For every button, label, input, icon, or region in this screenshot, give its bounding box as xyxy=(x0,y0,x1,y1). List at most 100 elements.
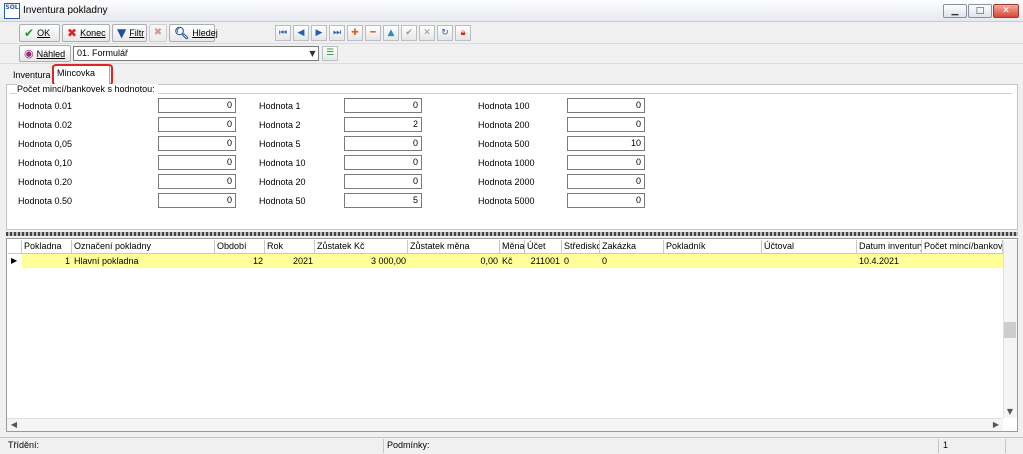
nahled-label: Náhled xyxy=(36,48,66,59)
denomination-count-input[interactable]: 0 xyxy=(344,174,422,189)
column-header[interactable]: Měna xyxy=(500,240,525,254)
ok-button[interactable]: ✔ OK xyxy=(19,24,60,42)
status-divider xyxy=(383,439,384,453)
column-header[interactable]: Zůstatek měna xyxy=(408,240,500,254)
status-bar xyxy=(0,437,1023,454)
last-record-icon: ⏭ xyxy=(332,28,342,38)
cancel-edit-button[interactable]: ✕ xyxy=(419,25,435,41)
denomination-count-input[interactable]: 0 xyxy=(158,136,236,151)
denomination-count-input[interactable]: 5 xyxy=(344,193,422,208)
up-button[interactable]: ▲ xyxy=(383,25,399,41)
search-icon: 🔍︎ xyxy=(174,26,190,40)
denomination-count-input[interactable]: 0 xyxy=(158,193,236,208)
denomination-count-input[interactable]: 2 xyxy=(344,117,422,132)
table-cell[interactable]: 3 000,00 xyxy=(315,254,408,268)
previous-record-button[interactable]: ◀ xyxy=(293,25,309,41)
lock-button[interactable]: 🔒︎ xyxy=(455,25,471,41)
last-record-button[interactable]: ⏭ xyxy=(329,25,345,41)
add-record-button[interactable]: ✚ xyxy=(347,25,363,41)
grid-indicator-header xyxy=(8,240,22,254)
previous-record-icon: ◀ xyxy=(297,28,305,38)
check-icon: ✔ xyxy=(24,26,35,40)
column-header[interactable]: Pokladna xyxy=(22,240,72,254)
column-header[interactable]: Období xyxy=(215,240,265,254)
scroll-right-icon[interactable]: ▶ xyxy=(990,419,1002,431)
konec-label: Konec xyxy=(80,28,106,38)
splitter[interactable] xyxy=(6,232,1018,236)
column-header[interactable]: Zakázka xyxy=(600,240,664,254)
clear-filter-button[interactable]: ✖ xyxy=(149,24,167,42)
nahled-button[interactable]: ◉ Náhled xyxy=(19,45,71,62)
horizontal-scrollbar[interactable] xyxy=(7,418,1003,431)
table-cell[interactable]: 0 xyxy=(562,254,600,268)
denomination-count-input[interactable]: 0 xyxy=(158,155,236,170)
eye-icon: ◉ xyxy=(24,46,34,60)
denomination-count-input[interactable]: 0 xyxy=(158,98,236,113)
table-cell[interactable]: 1 xyxy=(22,254,72,268)
denomination-label: Hodnota 5 xyxy=(259,139,301,149)
first-record-button[interactable]: ⏮ xyxy=(275,25,291,41)
column-header[interactable]: Datum inventury xyxy=(857,240,922,254)
confirm-icon: ✔ xyxy=(405,28,413,38)
denomination-label: Hodnota 2 xyxy=(259,120,301,130)
filtr-button[interactable]: ▼ Filtr xyxy=(112,24,147,42)
scroll-down-icon[interactable]: ▼ xyxy=(1004,406,1016,418)
table-cell[interactable]: Hlavní pokladna xyxy=(72,254,215,268)
column-header[interactable]: Označení pokladny xyxy=(72,240,215,254)
close-button[interactable]: ✕ xyxy=(993,4,1019,18)
denomination-count-input[interactable]: 0 xyxy=(567,155,645,170)
table-cell[interactable]: 2021 xyxy=(265,254,315,268)
vertical-scroll-thumb[interactable] xyxy=(1004,322,1016,338)
hledej-button[interactable]: 🔍︎ Hledej xyxy=(169,24,218,42)
table-cell[interactable]: 211001 xyxy=(525,254,562,268)
column-header[interactable]: Pokladník xyxy=(664,240,762,254)
chevron-down-icon[interactable]: ▼ xyxy=(307,47,318,60)
denomination-count-input[interactable]: 0 xyxy=(158,174,236,189)
table-cell[interactable]: 10.4.2021 xyxy=(857,254,922,268)
maximize-button[interactable]: □ xyxy=(968,4,992,18)
konec-button[interactable]: ✖ Konec xyxy=(62,24,110,42)
denomination-label: Hodnota 0.02 xyxy=(18,120,73,130)
column-header[interactable]: Zůstatek Kč xyxy=(315,240,408,254)
add-record-icon: ✚ xyxy=(351,28,359,38)
column-header[interactable]: Počet mincí/bankove xyxy=(922,240,1003,254)
minimize-button[interactable]: ▁ xyxy=(943,4,967,18)
column-header[interactable]: Středisko xyxy=(562,240,600,254)
denomination-label: Hodnota 0.01 xyxy=(18,101,73,111)
refresh-button[interactable]: ↻ xyxy=(437,25,453,41)
table-cell[interactable]: 0,00 xyxy=(408,254,500,268)
table-cell[interactable]: Kč xyxy=(500,254,525,268)
column-header[interactable]: Rok xyxy=(265,240,315,254)
table-cell[interactable]: 12 xyxy=(215,254,265,268)
table-cell[interactable] xyxy=(664,254,762,268)
close-x-icon: ✖ xyxy=(67,26,78,40)
close-icon: ✕ xyxy=(1002,6,1010,16)
denomination-count-input[interactable]: 0 xyxy=(567,174,645,189)
column-header[interactable]: Účet xyxy=(525,240,562,254)
delete-record-button[interactable]: ━ xyxy=(365,25,381,41)
current-row-icon: ▶ xyxy=(11,256,18,265)
table-cell[interactable] xyxy=(762,254,857,268)
record-count: 1 xyxy=(943,440,949,450)
next-record-button[interactable]: ▶ xyxy=(311,25,327,41)
denomination-count-input[interactable]: 0 xyxy=(344,136,422,151)
denomination-count-input[interactable]: 0 xyxy=(567,193,645,208)
denomination-count-input[interactable]: 0 xyxy=(344,155,422,170)
denomination-count-input[interactable]: 0 xyxy=(567,98,645,113)
denomination-count-input[interactable]: 10 xyxy=(567,136,645,151)
tab-inventura[interactable]: Inventura xyxy=(9,68,55,84)
table-cell[interactable] xyxy=(922,254,1003,268)
denomination-label: Hodnota 1 xyxy=(259,101,301,111)
list-view-button[interactable]: ☰ xyxy=(322,46,338,61)
denomination-count-input[interactable]: 0 xyxy=(158,117,236,132)
confirm-button[interactable]: ✔ xyxy=(401,25,417,41)
table-cell[interactable]: 0 xyxy=(600,254,664,268)
denomination-count-input[interactable]: 0 xyxy=(567,117,645,132)
form-select[interactable]: 01. Formulář xyxy=(73,46,319,61)
column-header[interactable]: Účtoval xyxy=(762,240,857,254)
scroll-left-icon[interactable]: ◀ xyxy=(8,419,20,431)
clear-filter-icon: ✖ xyxy=(153,27,163,38)
refresh-icon: ↻ xyxy=(441,28,449,38)
denomination-count-input[interactable]: 0 xyxy=(344,98,422,113)
podminky-label: Podmínky: xyxy=(387,440,430,450)
